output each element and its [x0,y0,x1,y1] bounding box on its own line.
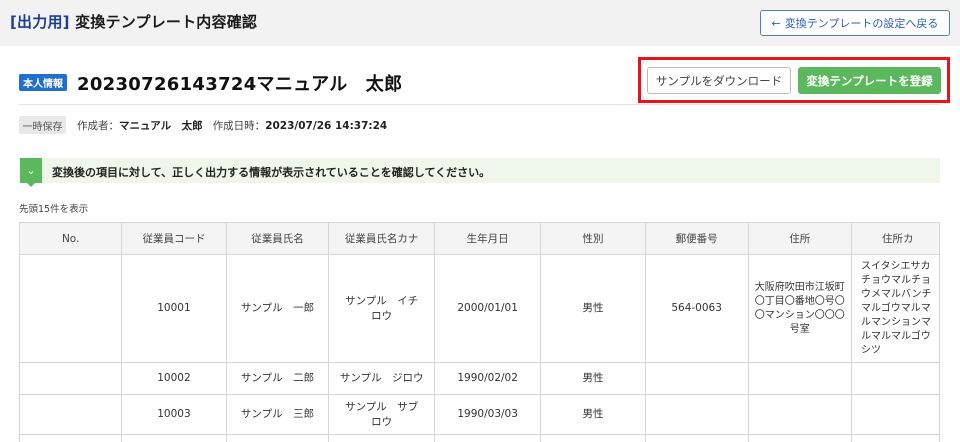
creator-value: マニュアル 太郎 [119,120,203,132]
table-cell: サンプル 二郎 [225,362,330,395]
notice-tail [27,183,35,187]
table-cell [19,362,123,395]
table-cell: サンプル イチロウ [328,254,435,363]
created-label: 作成日時： [212,120,266,132]
table-cell [225,434,330,442]
creator-label: 作成者： [77,120,119,132]
table-cell [328,434,435,442]
status-badge: 一時保存 [19,116,66,134]
table-cell [433,434,542,442]
table-cell: サンプル 一郎 [225,254,330,363]
table-cell: 2000/01/01 [433,254,542,363]
table-cell [747,362,852,395]
table-cell: 1990/03/03 [433,394,542,435]
table-cell: サンプル 三郎 [225,394,330,435]
table-cell: 1990/02/02 [433,362,542,395]
column-header: 従業員氏名 [225,222,330,255]
chevron-down-icon: ⌄ [20,158,42,183]
table-cell: サンプル サブロウ [328,394,435,435]
table-cell [850,434,940,442]
table-cell [644,362,749,395]
page-title-bracket: [出力用] [10,13,70,31]
table-cell [19,254,123,363]
table-cell [850,362,940,395]
table-cell: 男性 [540,394,646,435]
template-meta: 作成者：マニュアル 太郎 作成日時：2023/07/26 14:37:24 [77,118,387,133]
download-sample-button[interactable]: サンプルをダウンロード [647,67,791,94]
table-cell: 564-0063 [644,254,749,363]
column-header: 従業員コード [121,222,227,255]
table-cell: 10001 [121,254,227,363]
table-cell [747,434,852,442]
table-cell [747,394,852,435]
notice-text: 変換後の項目に対して、正しく出力する情報が表示されていることを確認してください。 [52,166,491,179]
column-header: 住所 [747,222,852,255]
count-text: 先頭15件を表示 [19,204,89,215]
page-title: [出力用] 変換テンプレート内容確認 [10,11,257,32]
table-row [19,434,940,442]
table-row: 10001 サンプル 一郎 サンプル イチロウ 2000/01/01 男性 56… [19,254,940,363]
table-cell [121,434,227,442]
column-header: 従業員氏名カナ [328,222,435,255]
table-cell: 10002 [121,362,227,395]
person-info-badge: 本人情報 [19,74,67,91]
table-cell [644,434,749,442]
table-cell: サンプル ジロウ [328,362,435,395]
column-header: 郵便番号 [644,222,749,255]
arrow-left-icon: ← [771,16,781,30]
register-template-button[interactable]: 変換テンプレートを登録 [798,67,941,94]
column-header: No. [19,222,123,255]
preview-table: No. 従業員コード 従業員氏名 従業員氏名カナ 生年月日 性別 郵便番号 住所… [19,222,940,442]
table-row: 10003 サンプル 三郎 サンプル サブロウ 1990/03/03 男性 [19,394,940,435]
table-cell [644,394,749,435]
column-header: 性別 [540,222,646,255]
column-header: 住所カ [850,222,940,255]
table-cell [19,434,123,442]
table-cell [540,434,646,442]
back-button-label: 変換テンプレートの設定へ戻る [784,17,939,30]
table-cell: 10003 [121,394,227,435]
table-cell: スイタシエサカチョウマルチョウメマルバンチマルゴウマルマルマンションマルマルマル… [850,254,940,363]
created-value: 2023/07/26 14:37:24 [265,120,388,132]
table-header-row: No. 従業員コード 従業員氏名 従業員氏名カナ 生年月日 性別 郵便番号 住所… [19,222,940,255]
table-cell [850,394,940,435]
table-cell: 男性 [540,254,646,363]
column-header: 生年月日 [433,222,542,255]
table-cell: 大阪府吹田市江坂町〇丁目〇番地〇号〇〇マンション〇〇〇号室 [747,254,852,363]
preview-table-container: No. 従業員コード 従業員氏名 従業員氏名カナ 生年月日 性別 郵便番号 住所… [19,222,940,442]
template-name: 20230726143724マニュアル 太郎 [77,74,403,95]
back-to-settings-button[interactable]: ← 変換テンプレートの設定へ戻る [760,10,950,36]
table-cell [19,394,123,435]
table-cell: 男性 [540,362,646,395]
table-row: 10002 サンプル 二郎 サンプル ジロウ 1990/02/02 男性 [19,362,940,395]
page-title-text: 変換テンプレート内容確認 [69,13,258,31]
divider [19,104,940,105]
